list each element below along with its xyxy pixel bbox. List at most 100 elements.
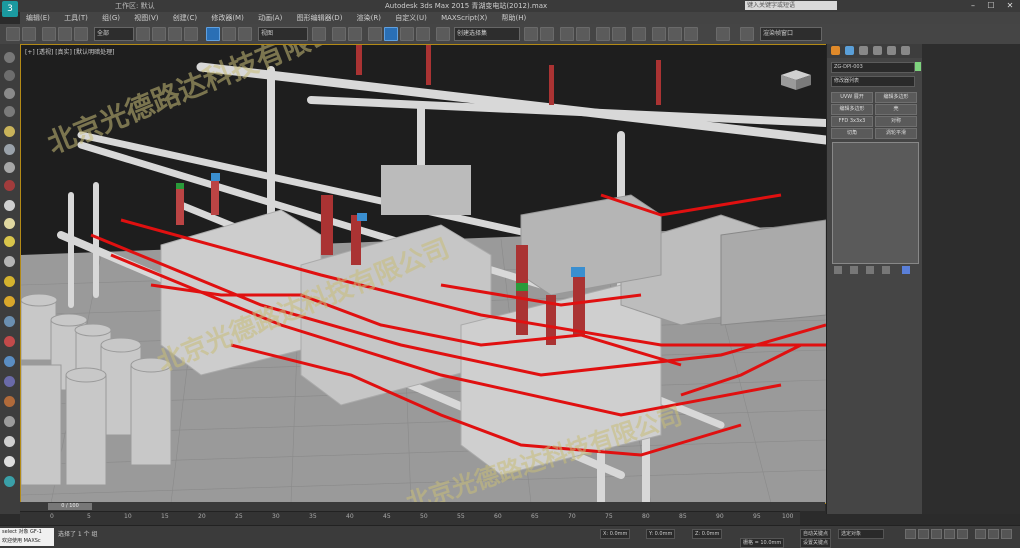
menu-customize[interactable]: 自定义(U) — [389, 12, 433, 24]
y-coordinate-field[interactable]: Y: 0.0mm — [646, 529, 676, 539]
create-tab-icon[interactable] — [831, 46, 840, 55]
maxscript-listener[interactable]: select 对象 GF-1 欢迎使用 MAXSc — [0, 528, 54, 546]
modifier-button-5[interactable]: FFD 3x3x3 — [831, 116, 873, 127]
app-logo-icon[interactable]: 3 — [2, 1, 18, 17]
reference-coord-dropdown[interactable]: 视图 — [258, 27, 308, 41]
workspace-selector[interactable]: 工作区: 默认 — [115, 0, 155, 12]
go-to-start-icon[interactable] — [905, 529, 916, 539]
render-production-icon[interactable] — [684, 27, 698, 41]
menu-edit[interactable]: 编辑(E) — [20, 12, 56, 24]
render-setup-icon[interactable] — [652, 27, 666, 41]
modifier-button-4[interactable]: 壳 — [875, 104, 917, 115]
search-input[interactable]: 键入关键字或短语 — [745, 1, 837, 10]
play-icon[interactable] — [931, 529, 942, 539]
helper-icon[interactable] — [4, 162, 15, 173]
orbit-icon[interactable] — [1001, 529, 1012, 539]
curve-editor-icon[interactable] — [596, 27, 610, 41]
make-unique-icon[interactable] — [866, 266, 874, 274]
menu-modifiers[interactable]: 修改器(M) — [205, 12, 250, 24]
graphite-tools-icon[interactable] — [576, 27, 590, 41]
camera-icon[interactable] — [4, 144, 15, 155]
menu-views[interactable]: 视图(V) — [128, 12, 164, 24]
percent-snap-icon[interactable] — [400, 27, 414, 41]
render-effect-icon[interactable] — [4, 396, 15, 407]
unlink-icon[interactable] — [58, 27, 72, 41]
z-coordinate-field[interactable]: Z: 0.0mm — [692, 529, 723, 539]
selection-filter-dropdown[interactable]: 全部 — [94, 27, 134, 41]
modify-tab-icon[interactable] — [845, 46, 854, 55]
scene-render[interactable] — [21, 45, 826, 503]
edit-poly-icon[interactable] — [4, 88, 15, 99]
maximize-icon[interactable]: ☐ — [982, 0, 1000, 12]
gear-icon[interactable] — [4, 296, 15, 307]
selection-icon[interactable] — [4, 106, 15, 117]
keyboard-shortcut-icon[interactable] — [348, 27, 362, 41]
hierarchy-tab-icon[interactable] — [859, 46, 868, 55]
time-slider-thumb[interactable]: 0 / 100 — [48, 503, 92, 510]
rendered-frame-window-icon[interactable] — [668, 27, 682, 41]
material-editor-icon[interactable] — [632, 27, 646, 41]
select-by-name-icon[interactable] — [152, 27, 166, 41]
menu-graph-editors[interactable]: 图形编辑器(D) — [291, 12, 349, 24]
mirror-icon[interactable] — [524, 27, 538, 41]
modifier-button-2[interactable]: 编辑多边形 — [875, 92, 917, 103]
configure-sets-icon[interactable] — [902, 266, 910, 274]
schematic-view-icon[interactable] — [612, 27, 626, 41]
selected-dropdown[interactable]: 选定对象 — [838, 529, 884, 539]
geometry-icon[interactable] — [4, 200, 15, 211]
go-to-end-icon[interactable] — [957, 529, 968, 539]
edit-named-selection-icon[interactable] — [436, 27, 450, 41]
scene-explorer-icon[interactable] — [4, 52, 15, 63]
next-frame-icon[interactable] — [944, 529, 955, 539]
menu-tools[interactable]: 工具(T) — [58, 12, 94, 24]
arrow-icon[interactable] — [4, 336, 15, 347]
menu-help[interactable]: 帮助(H) — [495, 12, 532, 24]
light-bulb-icon[interactable] — [4, 126, 15, 137]
menu-group[interactable]: 组(G) — [96, 12, 126, 24]
redo-icon[interactable] — [22, 27, 36, 41]
spinner-snap-icon[interactable] — [416, 27, 430, 41]
close-icon[interactable]: ✕ — [1001, 0, 1019, 12]
select-rotate-icon[interactable] — [222, 27, 236, 41]
modifier-button-6[interactable]: 对称 — [875, 116, 917, 127]
sphere-icon[interactable] — [4, 218, 15, 229]
previous-frame-icon[interactable] — [918, 529, 929, 539]
render-iterative-icon[interactable] — [716, 27, 730, 41]
named-selection-set-dropdown[interactable]: 创建选择集 — [454, 27, 520, 41]
snap-toggle-icon[interactable] — [368, 27, 382, 41]
modifier-stack-list[interactable] — [832, 142, 919, 264]
align-icon[interactable] — [540, 27, 554, 41]
modifier-button-7[interactable]: 切角 — [831, 128, 873, 139]
window-crossing-icon[interactable] — [184, 27, 198, 41]
object-color-swatch[interactable] — [915, 62, 921, 71]
time-slider[interactable]: 0 / 100 — [20, 502, 825, 511]
cone-icon[interactable] — [4, 256, 15, 267]
utilities-tab-icon[interactable] — [901, 46, 910, 55]
motion-tab-icon[interactable] — [873, 46, 882, 55]
track-bar[interactable]: 0 5 10 15 20 25 30 35 40 45 50 55 60 65 … — [20, 511, 800, 526]
modifier-button-1[interactable]: UVW 展开 — [831, 92, 873, 103]
rect-selection-icon[interactable] — [168, 27, 182, 41]
menu-create[interactable]: 创建(C) — [167, 12, 203, 24]
remove-modifier-icon[interactable] — [882, 266, 890, 274]
bind-space-warp-icon[interactable] — [74, 27, 88, 41]
wave-icon[interactable] — [4, 316, 15, 327]
zoom-icon[interactable] — [975, 529, 986, 539]
render-frame-dropdown[interactable]: 渲染帧窗口 — [760, 27, 822, 41]
modifier-button-3[interactable]: 编辑多边形 — [831, 104, 873, 115]
perspective-viewport[interactable]: [+] [透视] [真实] [默认明暗处理] 北京光德路达科技有限公司 北京光德… — [20, 44, 827, 504]
teal-ball-icon[interactable] — [4, 476, 15, 487]
undo-icon[interactable] — [6, 27, 20, 41]
viewport-label[interactable]: [+] [透视] [真实] [默认明暗处理] — [25, 47, 114, 56]
pivot-center-icon[interactable] — [312, 27, 326, 41]
star-icon[interactable] — [4, 276, 15, 287]
link-icon[interactable] — [42, 27, 56, 41]
modifier-button-8[interactable]: 涡轮平滑 — [875, 128, 917, 139]
shield-icon[interactable] — [4, 376, 15, 387]
pan-icon[interactable] — [988, 529, 999, 539]
box-icon[interactable] — [4, 436, 15, 447]
graphite-modeling-icon[interactable] — [4, 70, 15, 81]
angle-snap-icon[interactable] — [384, 27, 398, 41]
sun-icon[interactable] — [4, 236, 15, 247]
modifier-list-dropdown[interactable]: 修改器列表 — [831, 76, 915, 87]
